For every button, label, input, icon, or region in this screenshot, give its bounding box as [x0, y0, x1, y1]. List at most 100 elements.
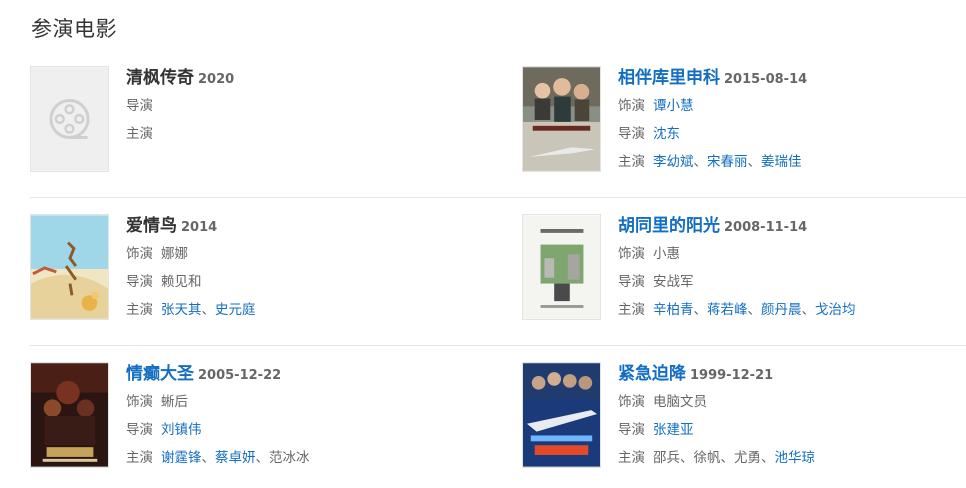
movie-row: 清枫传奇 2020 导演 主演 相伴库里申科 2015-08-14 饰演 谭小慧 导演 沈东 主演…	[30, 64, 966, 212]
cast-line: 主演 谢霆锋、蔡卓妍、范冰冰	[126, 444, 466, 472]
director-line: 导演 沈东	[618, 120, 958, 148]
cast-member[interactable]: 张天其	[161, 302, 202, 318]
role-label: 饰演	[126, 246, 153, 262]
director-line: 导演 赖见和	[126, 268, 466, 296]
cast-separator: 、	[761, 450, 775, 466]
cast-member[interactable]: 颜丹晨	[761, 302, 802, 318]
cast-member[interactable]: 谢霆锋	[161, 450, 202, 466]
movie-info: 清枫传奇 2020 导演主演	[126, 64, 466, 148]
cast-member[interactable]: 池华琼	[775, 450, 816, 466]
movie-row: 爱情鸟 2014 饰演 娜娜 导演 赖见和 主演 张天其、史元庭 胡同里的阳光 2008-11-…	[30, 212, 966, 360]
cast-label: 主演	[618, 302, 645, 318]
cast-line: 主演	[126, 120, 466, 148]
role-line: 饰演 谭小慧	[618, 92, 958, 120]
cast-member[interactable]: 蔡卓妍	[215, 450, 256, 466]
cast-line: 主演 辛柏青、蒋若峰、颜丹晨、戈治均	[618, 296, 958, 324]
director-label: 导演	[618, 126, 645, 142]
cast-separator: 、	[680, 450, 694, 466]
title-line: 清枫传奇 2020	[126, 64, 466, 92]
cast-separator: 、	[747, 302, 762, 318]
movie-title[interactable]: 相伴库里申科	[618, 68, 720, 88]
cast-member[interactable]: 宋春丽	[707, 154, 748, 170]
director-label: 导演	[126, 98, 153, 114]
release-date: 1999-12-21	[690, 368, 774, 383]
cast-member[interactable]: 李幼斌	[653, 154, 694, 170]
movie-poster[interactable]	[522, 362, 601, 468]
cast-separator: 、	[255, 450, 270, 466]
director-name[interactable]: 张建亚	[653, 422, 694, 438]
movie-grid: 清枫传奇 2020 导演 主演 相伴库里申科 2015-08-14 饰演 谭小慧 导演 沈东 主演…	[30, 64, 966, 488]
cast-member: 范冰冰	[269, 450, 310, 466]
cast-label: 主演	[126, 302, 153, 318]
cast-label: 主演	[126, 450, 153, 466]
cast-member: 邵兵	[653, 450, 680, 466]
cast-label: 主演	[618, 450, 645, 466]
cast-separator: 、	[201, 450, 216, 466]
movie-poster[interactable]	[30, 362, 109, 468]
release-date: 2014	[181, 220, 218, 235]
movie-card: 情癫大圣 2005-12-22 饰演 蜥后 导演 刘镇伟 主演 谢霆锋、蔡卓妍、范冰冰	[30, 360, 470, 468]
cast-separator: 、	[720, 450, 735, 466]
cast-line: 主演 张天其、史元庭	[126, 296, 466, 324]
role-label: 饰演	[126, 394, 153, 410]
title-line: 情癫大圣 2005-12-22	[126, 360, 466, 388]
cast-line: 主演 邵兵、徐帆、尤勇、池华琼	[618, 444, 958, 472]
cast-member[interactable]: 戈治均	[815, 302, 856, 318]
section-title: 参演电影	[31, 17, 117, 41]
cast-member: 尤勇	[734, 450, 761, 466]
cast-label: 主演	[618, 154, 645, 170]
movie-info: 紧急迫降 1999-12-21 饰演 电脑文员 导演 张建亚 主演 邵兵、徐帆、尤勇、池华琼	[618, 360, 958, 472]
cast-line: 主演 李幼斌、宋春丽、姜瑞佳	[618, 148, 958, 176]
director-label: 导演	[618, 422, 645, 438]
release-date: 2020	[198, 72, 235, 87]
movie-card: 相伴库里申科 2015-08-14 饰演 谭小慧 导演 沈东 主演 李幼斌、宋春丽、姜瑞佳	[522, 64, 962, 172]
role-name: 蜥后	[161, 394, 188, 410]
cast-member: 徐帆	[693, 450, 721, 466]
role-line: 饰演 小惠	[618, 240, 958, 268]
cast-label: 主演	[126, 126, 153, 142]
movie-title[interactable]: 情癫大圣	[126, 364, 194, 384]
director-label: 导演	[126, 274, 153, 290]
director-name[interactable]: 刘镇伟	[161, 422, 202, 438]
movie-title[interactable]: 胡同里的阳光	[618, 216, 720, 236]
cast-separator: 、	[747, 154, 762, 170]
cast-member[interactable]: 史元庭	[215, 302, 256, 318]
release-date: 2008-11-14	[724, 220, 808, 235]
role-line: 饰演 娜娜	[126, 240, 466, 268]
role-line: 饰演 电脑文员	[618, 388, 958, 416]
movie-info: 胡同里的阳光 2008-11-14 饰演 小惠 导演 安战军 主演 辛柏青、蒋若峰、颜丹晨、戈…	[618, 212, 958, 324]
director-name[interactable]: 沈东	[653, 126, 680, 142]
title-line: 胡同里的阳光 2008-11-14	[618, 212, 958, 240]
role-line: 饰演 蜥后	[126, 388, 466, 416]
role-name[interactable]: 谭小慧	[653, 98, 694, 114]
movie-title[interactable]: 紧急迫降	[618, 364, 686, 384]
role-name: 娜娜	[161, 246, 188, 262]
director-name: 赖见和	[161, 274, 202, 290]
director-label: 导演	[126, 422, 153, 438]
title-line: 紧急迫降 1999-12-21	[618, 360, 958, 388]
director-line: 导演 安战军	[618, 268, 958, 296]
row-divider	[30, 197, 966, 198]
role-name: 电脑文员	[653, 394, 707, 410]
release-date: 2005-12-22	[198, 368, 282, 383]
movie-poster[interactable]	[522, 214, 601, 320]
cast-separator: 、	[693, 302, 708, 318]
cast-member[interactable]: 蒋若峰	[707, 302, 748, 318]
release-date: 2015-08-14	[724, 72, 808, 87]
film-reel-placeholder-icon	[31, 67, 108, 171]
cast-member[interactable]: 姜瑞佳	[761, 154, 802, 170]
movie-info: 爱情鸟 2014 饰演 娜娜 导演 赖见和 主演 张天其、史元庭	[126, 212, 466, 324]
poster-placeholder[interactable]	[30, 66, 109, 172]
director-name: 安战军	[653, 274, 694, 290]
movie-title: 爱情鸟	[126, 216, 177, 236]
cast-member[interactable]: 辛柏青	[653, 302, 694, 318]
cast-separator: 、	[801, 302, 816, 318]
movie-card: 紧急迫降 1999-12-21 饰演 电脑文员 导演 张建亚 主演 邵兵、徐帆、尤勇、池华琼	[522, 360, 962, 468]
movie-poster[interactable]	[30, 214, 109, 320]
cast-separator: 、	[201, 302, 216, 318]
title-line: 爱情鸟 2014	[126, 212, 466, 240]
movie-title: 清枫传奇	[126, 68, 194, 88]
role-name: 小惠	[653, 246, 680, 262]
director-line: 导演 刘镇伟	[126, 416, 466, 444]
movie-poster[interactable]	[522, 66, 601, 172]
